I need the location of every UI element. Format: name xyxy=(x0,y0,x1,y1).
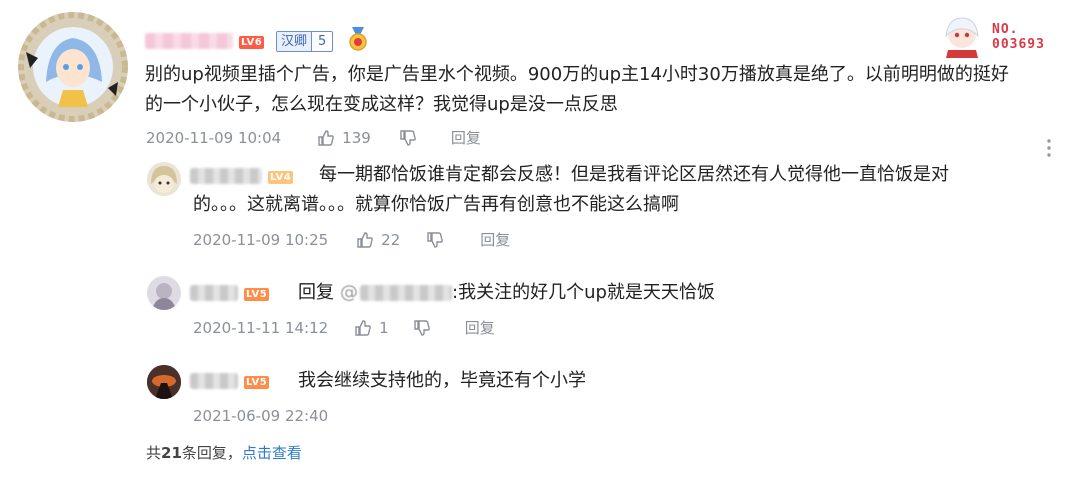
reply-meta: 2021-06-09 22:40 xyxy=(193,406,328,426)
username[interactable] xyxy=(190,285,238,301)
reply-button[interactable]: 回复 xyxy=(451,128,481,148)
thumbs-up-icon xyxy=(355,320,371,336)
reply-meta: 2020-11-09 10:25 22 回复 xyxy=(193,230,510,250)
like-count: 22 xyxy=(381,231,401,249)
reply-button[interactable]: 回复 xyxy=(480,230,510,250)
dislike-button[interactable] xyxy=(426,231,444,249)
avatar[interactable] xyxy=(18,12,128,122)
level-badge: LV6 xyxy=(239,36,265,49)
reply-button[interactable]: 回复 xyxy=(465,318,495,338)
thumbs-up-icon xyxy=(357,232,373,248)
thumbs-down-icon xyxy=(414,320,430,336)
avatar-image xyxy=(147,365,181,399)
like-button[interactable]: 1 xyxy=(354,318,389,338)
medal-icon xyxy=(347,27,369,51)
reply-text: 我会继续支持他的，毕竟还有个小学 xyxy=(298,370,586,391)
avatar[interactable] xyxy=(147,276,181,310)
like-count: 139 xyxy=(342,129,371,147)
avatar[interactable] xyxy=(147,365,181,399)
username[interactable] xyxy=(145,33,233,49)
more-replies: 共21条回复，点击查看 xyxy=(146,444,302,462)
reply-body: :我关注的好几个up就是天天恰饭 xyxy=(452,282,715,303)
level-badge: LV5 xyxy=(244,288,270,301)
view-more-link[interactable]: 点击查看 xyxy=(242,444,302,462)
avatar-image xyxy=(151,166,177,193)
reply-text: 回复 @ :我关注的好几个up就是天天恰饭 xyxy=(298,278,715,308)
avatar[interactable] xyxy=(147,162,181,196)
reply-text: 每一期都恰饭谁肯定都会反感！但是我看评论区居然还有人觉得他一直恰饭是对 的。。。… xyxy=(193,164,949,215)
at-sign: @ xyxy=(340,282,358,303)
comment-text: 别的up视频里插个广告，你是广告里水个视频。900万的up主14小时30万播放真… xyxy=(145,64,1009,115)
mentioned-username xyxy=(360,285,452,301)
nft-number: NO. 003693 xyxy=(992,22,1045,52)
reply-time: 2021-06-09 22:40 xyxy=(193,407,329,425)
like-button[interactable]: 139 xyxy=(317,128,371,148)
nft-card-badge[interactable]: NO. 003693 xyxy=(938,14,1058,58)
fan-badge-name: 汉卿 xyxy=(277,32,312,51)
reply-time: 2020-11-09 10:25 xyxy=(193,231,329,249)
comment-meta: 2020-11-09 10:04 139 回复 xyxy=(146,128,481,148)
thumbs-up-icon xyxy=(318,130,334,146)
comment-time: 2020-11-09 10:04 xyxy=(146,129,282,147)
more-options-icon[interactable] xyxy=(1046,138,1052,158)
dislike-button[interactable] xyxy=(413,319,431,337)
fan-badge[interactable]: 汉卿 5 xyxy=(276,31,334,52)
like-count: 1 xyxy=(379,319,389,337)
reply-count: 21 xyxy=(161,444,182,462)
dislike-button[interactable] xyxy=(399,129,417,147)
reply-meta: 2020-11-11 14:12 1 回复 xyxy=(193,318,495,338)
level-badge: LV5 xyxy=(244,376,270,389)
avatar-image xyxy=(152,283,176,310)
nft-character-icon xyxy=(945,17,979,58)
reply-time: 2020-11-11 14:12 xyxy=(193,319,329,337)
thumbs-down-icon xyxy=(427,232,444,248)
reply-prefix: 回复 xyxy=(298,282,334,303)
like-button[interactable]: 22 xyxy=(356,230,400,250)
mention-link[interactable]: @ xyxy=(340,278,452,308)
fan-badge-level: 5 xyxy=(311,32,332,51)
thumbs-down-icon xyxy=(400,130,416,146)
avatar-image xyxy=(18,12,128,122)
username[interactable] xyxy=(190,373,238,389)
